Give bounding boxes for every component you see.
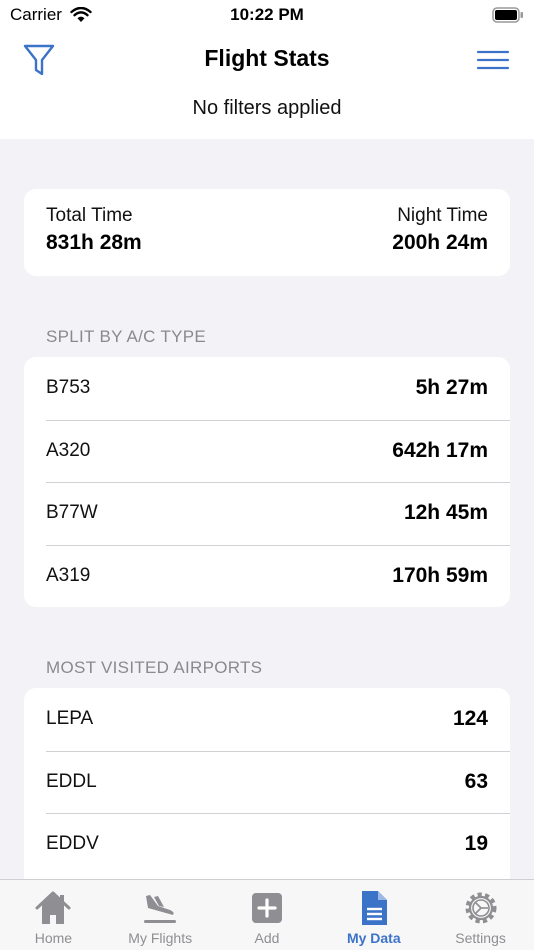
- total-time-value: 831h 28m: [46, 231, 142, 254]
- aircraft-type-label: A319: [46, 564, 91, 586]
- airport-visit-count: 63: [464, 769, 488, 793]
- night-time-block: Night Time 200h 24m: [392, 205, 488, 255]
- airports-list: LEPA 124 EDDL 63 EDDV 19: [24, 688, 510, 888]
- filter-status: No filters applied: [192, 97, 342, 119]
- gear-icon: [465, 892, 497, 924]
- list-item[interactable]: EDDV 19: [24, 813, 510, 876]
- status-bar: Carrier 10:22 PM: [0, 0, 534, 32]
- aircraft-type-time: 12h 45m: [403, 501, 488, 525]
- aircraft-type-label: B753: [46, 377, 91, 399]
- tab-label: Add: [254, 930, 280, 946]
- tab-my-data[interactable]: My Data: [320, 880, 427, 950]
- totals-card: Total Time 831h 28m Night Time 200h 24m: [24, 189, 510, 276]
- tab-label: Settings: [455, 930, 506, 946]
- airport-visit-count: 124: [452, 707, 488, 731]
- airport-code: LEPA: [46, 708, 94, 730]
- aircraft-type-time: 642h 17m: [392, 438, 488, 462]
- total-time-label: Total Time: [46, 205, 133, 226]
- night-time-value: 200h 24m: [392, 231, 488, 254]
- tab-label: Home: [34, 930, 73, 946]
- total-time-block: Total Time 831h 28m: [46, 205, 142, 255]
- tab-label: My Flights: [128, 930, 193, 946]
- airport-visit-count: 19: [464, 832, 488, 856]
- menu-icon[interactable]: [476, 48, 510, 72]
- tab-label: My Data: [346, 930, 401, 946]
- list-item[interactable]: EDDL 63: [24, 750, 510, 814]
- document-icon: [361, 891, 387, 925]
- plane-landing-icon: [144, 895, 177, 923]
- night-time-label: Night Time: [397, 205, 488, 226]
- home-icon: [35, 891, 71, 924]
- aircraft-section-header: SPLIT BY A/C TYPE: [46, 327, 207, 346]
- aircraft-type-time: 170h 59m: [392, 563, 488, 587]
- page-title: Flight Stats: [204, 45, 330, 71]
- add-icon: [251, 893, 282, 923]
- battery-icon: [492, 7, 523, 23]
- aircraft-type-time: 5h 27m: [415, 376, 488, 400]
- tab-my-flights[interactable]: My Flights: [107, 880, 214, 950]
- tab-settings[interactable]: Settings: [427, 880, 534, 950]
- list-item[interactable]: LEPA 124: [24, 688, 510, 751]
- top-bar: Carrier 10:22 PM Flight Stats No filters…: [0, 0, 534, 139]
- list-item[interactable]: A320 642h 17m: [24, 419, 510, 483]
- list-item[interactable]: A319 170h 59m: [24, 544, 510, 608]
- list-item[interactable]: B753 5h 27m: [24, 357, 510, 420]
- tab-add[interactable]: Add: [214, 880, 321, 950]
- tab-home[interactable]: Home: [0, 880, 107, 950]
- aircraft-type-list: B753 5h 27m A320 642h 17m B77W 12h 45m A…: [24, 357, 510, 607]
- airport-code: EDDV: [46, 833, 99, 855]
- airport-code: EDDL: [46, 770, 97, 792]
- status-time: 10:22 PM: [230, 5, 304, 24]
- tab-bar: Home My Flights Add My Data Settings: [0, 879, 534, 950]
- list-item[interactable]: B77W 12h 45m: [24, 482, 510, 545]
- airports-section-header: MOST VISITED AIRPORTS: [46, 658, 263, 677]
- aircraft-type-label: B77W: [46, 502, 98, 524]
- aircraft-type-label: A320: [46, 439, 91, 461]
